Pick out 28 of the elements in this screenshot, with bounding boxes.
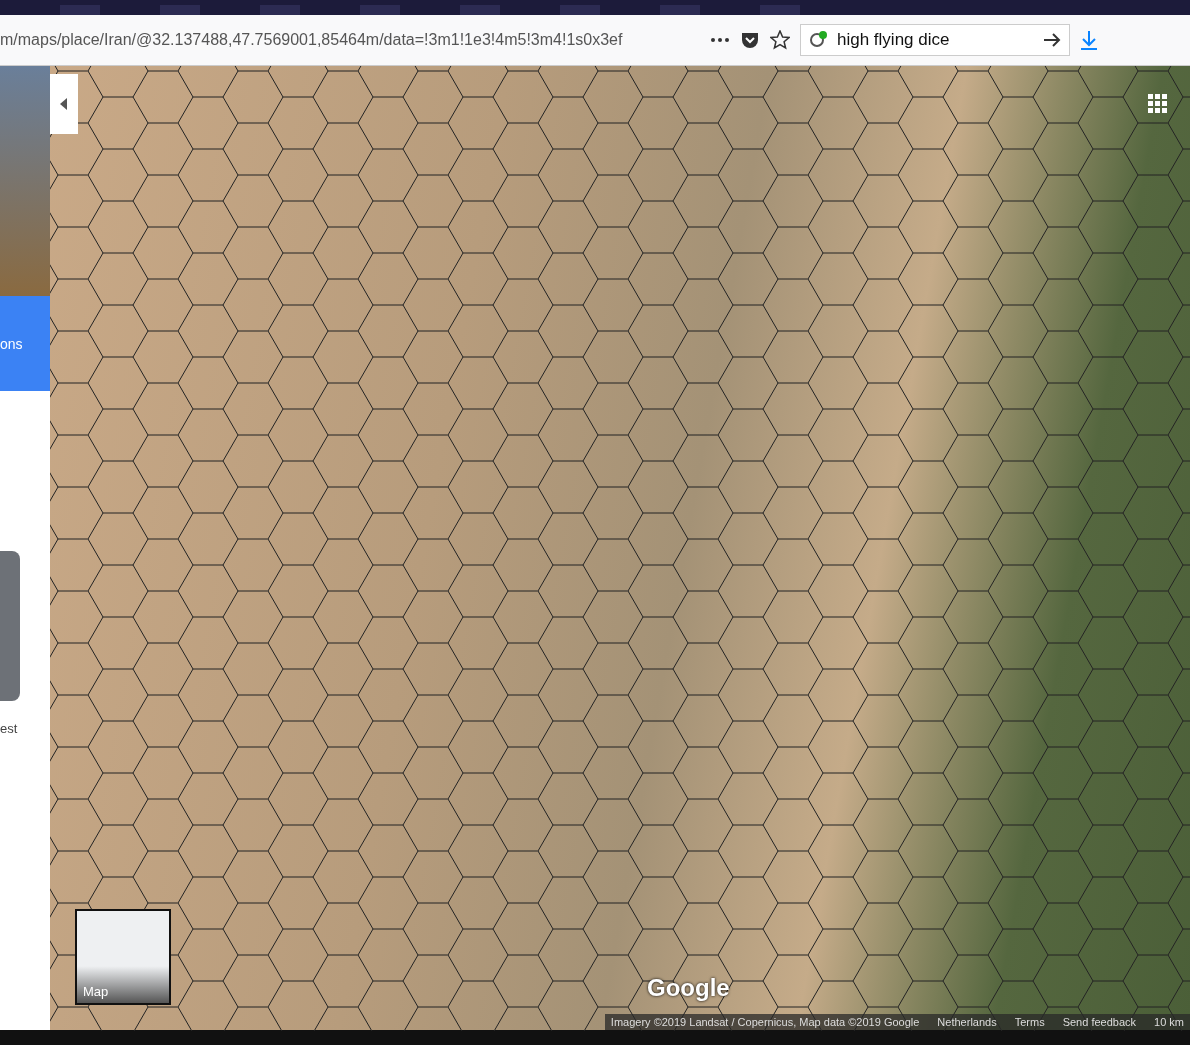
browser-tab[interactable] (160, 5, 200, 15)
footer-link[interactable]: Terms (1014, 1016, 1045, 1028)
arrow-icon[interactable] (1043, 32, 1061, 48)
browser-tab[interactable] (360, 5, 400, 15)
browser-tab[interactable] (260, 5, 300, 15)
download-icon[interactable] (1080, 30, 1098, 50)
browser-tab[interactable] (660, 5, 700, 15)
browser-tab[interactable] (560, 5, 600, 15)
footer-link[interactable]: Send feedback (1062, 1016, 1137, 1028)
address-bar[interactable]: m/maps/place/Iran/@32.137488,47.7569001,85464m/data=!3m1!1e3!4m5!3m4!1s0x3ef (0, 31, 700, 49)
directions-button[interactable]: ons (0, 296, 50, 391)
browser-tab[interactable] (60, 5, 100, 15)
attribution-text: Imagery ©2019 Landsat / Copernicus, Map data ©2019 Google (610, 1016, 920, 1028)
search-bar[interactable]: high flying dice (800, 24, 1070, 56)
scale-label: 10 km (1154, 1016, 1184, 1028)
collapse-button[interactable] (50, 74, 78, 134)
grid-icon[interactable] (1148, 94, 1168, 114)
star-icon[interactable] (770, 30, 790, 50)
browser-tab[interactable] (760, 5, 800, 15)
search-input[interactable]: high flying dice (835, 29, 1037, 51)
list-text: est (0, 721, 19, 736)
search-icon (809, 30, 829, 50)
shield-icon[interactable] (740, 30, 760, 50)
caret-icon (60, 98, 68, 110)
layer-switch-button[interactable]: Map (75, 909, 171, 1005)
browser-tab[interactable] (460, 5, 500, 15)
more-icon[interactable] (710, 37, 730, 43)
footer-link[interactable]: Netherlands (937, 1016, 997, 1028)
